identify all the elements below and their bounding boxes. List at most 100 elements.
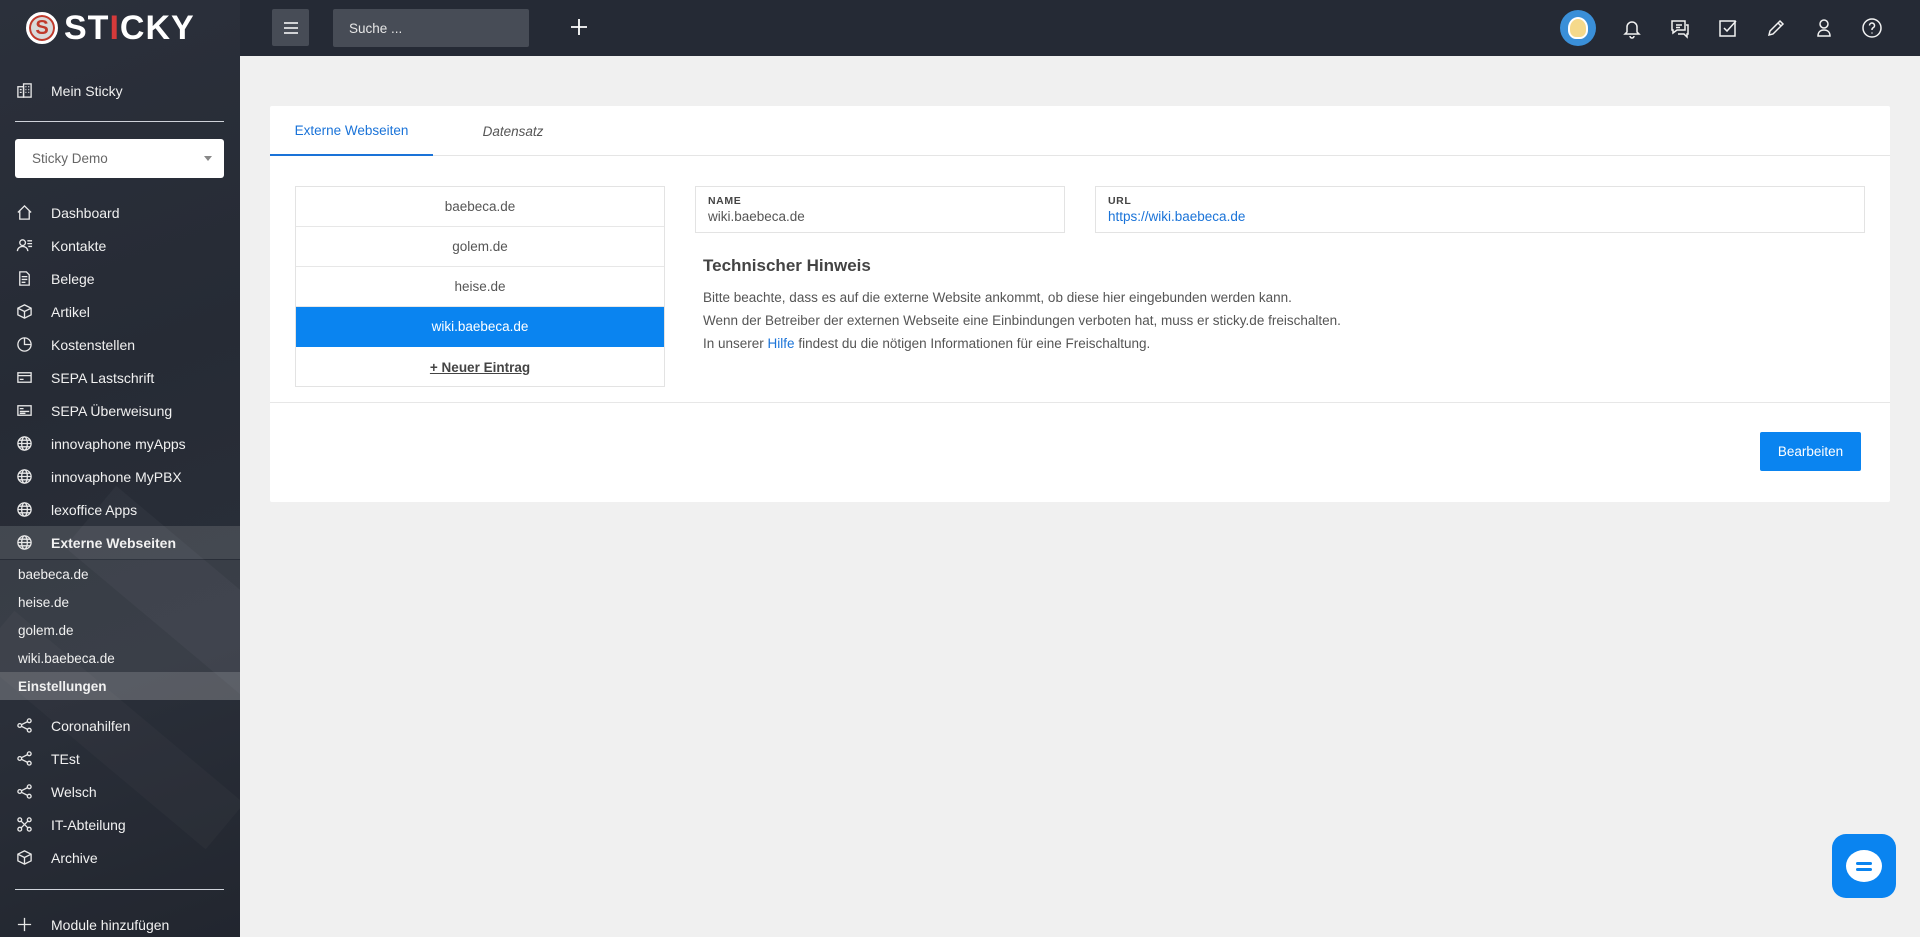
sidebar-item-kontakte[interactable]: Kontakte <box>0 229 240 262</box>
sidebar-item-dashboard[interactable]: Dashboard <box>0 196 240 229</box>
card-divider <box>270 402 1890 403</box>
share-icon <box>15 717 33 735</box>
sidebar-item-innovaphone-mypbx[interactable]: innovaphone MyPBX <box>0 460 240 493</box>
sidebar-item-label: IT-Abteilung <box>51 816 126 833</box>
globe-icon <box>15 534 33 552</box>
company-select-value: Sticky Demo <box>32 151 108 166</box>
tasks-button[interactable] <box>1704 0 1752 56</box>
share-icon <box>15 750 33 768</box>
pie-icon <box>15 336 33 354</box>
sidebar-item-label: Mein Sticky <box>51 82 123 99</box>
url-field: URL https://wiki.baebeca.de <box>1095 186 1865 233</box>
sidebar-item-lexoffice-apps[interactable]: lexoffice Apps <box>0 493 240 526</box>
notifications-button[interactable] <box>1608 0 1656 56</box>
edit-button-top[interactable] <box>1752 0 1800 56</box>
sidebar-item-mein-sticky[interactable]: Mein Sticky <box>0 74 240 107</box>
chat-bubble-icon <box>1846 850 1882 882</box>
sidebar-item-label: Externe Webseiten <box>51 534 177 551</box>
notice-line: Bitte beachte, dass es auf die externe W… <box>703 290 1292 305</box>
chat-widget-button[interactable] <box>1832 834 1896 898</box>
sidebar-item-label: Dashboard <box>51 204 120 221</box>
notice-line: In unserer Hilfe findest du die nötigen … <box>703 336 1151 351</box>
search-input[interactable] <box>333 9 529 47</box>
sidebar-item-label: TEst <box>51 750 80 767</box>
sidebar-subitem-baebeca[interactable]: baebeca.de <box>0 560 240 588</box>
user-avatar[interactable] <box>1560 10 1596 46</box>
tab-bar: Externe Webseiten Datensatz <box>270 106 1890 156</box>
transfer-icon <box>15 402 33 420</box>
sidebar-divider <box>15 889 224 890</box>
hamburger-icon <box>283 21 298 34</box>
bell-icon <box>1623 21 1641 39</box>
url-link[interactable]: https://wiki.baebeca.de <box>1108 209 1852 224</box>
list-item[interactable]: heise.de <box>296 267 664 307</box>
sidebar-item-coronahilfen[interactable]: Coronahilfen <box>0 709 240 742</box>
name-value: wiki.baebeca.de <box>708 209 805 224</box>
sidebar-item-innovaphone-myapps[interactable]: innovaphone myApps <box>0 427 240 460</box>
sidebar-item-label: Coronahilfen <box>51 717 131 734</box>
globe-icon <box>15 435 33 453</box>
sidebar-item-welsch[interactable]: Welsch <box>0 775 240 808</box>
plus-icon <box>571 19 587 35</box>
technical-notice: Technischer Hinweis Bitte beachte, dass … <box>703 256 1803 355</box>
messages-button[interactable] <box>1656 0 1704 56</box>
sidebar-item-label: Kontakte <box>51 237 107 254</box>
network-icon <box>15 816 33 834</box>
sidebar-item-archive[interactable]: Archive <box>0 841 240 874</box>
add-button[interactable] <box>567 15 591 39</box>
list-item[interactable]: baebeca.de <box>296 187 664 227</box>
brand-logo[interactable]: S STICKY <box>0 0 240 56</box>
sidebar-item-kostenstellen[interactable]: Kostenstellen <box>0 328 240 361</box>
logo-text: STICKY <box>64 8 195 47</box>
notice-line: Wenn der Betreiber der externen Webseite… <box>703 313 1341 328</box>
edit-button[interactable]: Bearbeiten <box>1760 432 1861 471</box>
sidebar-item-add-modules[interactable]: Module hinzufügen <box>0 908 240 937</box>
caret-down-icon <box>204 156 212 161</box>
sidebar-item-test[interactable]: TEst <box>0 742 240 775</box>
help-icon <box>1862 18 1882 38</box>
sidebar-subitem-wiki-baebeca[interactable]: wiki.baebeca.de <box>0 644 240 672</box>
new-entry-link[interactable]: + Neuer Eintrag <box>296 347 664 387</box>
sidebar-item-label: SEPA Überweisung <box>51 402 173 419</box>
box-icon <box>15 303 33 321</box>
card-icon <box>15 369 33 387</box>
sidebar-item-label: Belege <box>51 270 95 287</box>
tab-datensatz[interactable]: Datensatz <box>453 106 573 156</box>
sidebar-subitem-heise[interactable]: heise.de <box>0 588 240 616</box>
sidebar-item-belege[interactable]: Belege <box>0 262 240 295</box>
contacts-icon <box>15 237 33 255</box>
box-icon <box>15 849 33 867</box>
sidebar-item-label: innovaphone myApps <box>51 435 186 452</box>
sidebar-item-label: Artikel <box>51 303 90 320</box>
sidebar-item-it-abteilung[interactable]: IT-Abteilung <box>0 808 240 841</box>
sidebar-subitem-einstellungen[interactable]: Einstellungen <box>0 672 240 700</box>
list-item[interactable]: golem.de <box>296 227 664 267</box>
sidebar-item-label: SEPA Lastschrift <box>51 369 155 386</box>
notice-title: Technischer Hinweis <box>703 256 871 275</box>
sidebar-divider <box>15 121 224 122</box>
sidebar-item-label: Module hinzufügen <box>51 916 170 933</box>
sidebar-item-label: Kostenstellen <box>51 336 136 353</box>
menu-button[interactable] <box>272 9 309 46</box>
sidebar-item-sepa-ueberweisung[interactable]: SEPA Überweisung <box>0 394 240 427</box>
sidebar-item-artikel[interactable]: Artikel <box>0 295 240 328</box>
profile-button[interactable] <box>1800 0 1848 56</box>
topbar <box>240 0 1920 56</box>
tab-externe-webseiten[interactable]: Externe Webseiten <box>270 106 433 156</box>
list-item-selected[interactable]: wiki.baebeca.de <box>296 307 664 347</box>
logo-badge-icon: S <box>26 12 58 44</box>
sidebar-item-label: innovaphone MyPBX <box>51 468 182 485</box>
pencil-icon <box>1767 19 1785 37</box>
company-select[interactable]: Sticky Demo <box>15 139 224 178</box>
help-link[interactable]: Hilfe <box>768 336 795 351</box>
building-icon <box>15 82 33 100</box>
content-card: Externe Webseiten Datensatz baebeca.de g… <box>270 106 1890 502</box>
home-icon <box>15 204 33 222</box>
sidebar-item-externe-webseiten[interactable]: Externe Webseiten <box>0 526 240 559</box>
help-button[interactable] <box>1848 0 1896 56</box>
sidebar-subitem-golem[interactable]: golem.de <box>0 616 240 644</box>
globe-icon <box>15 468 33 486</box>
sidebar-item-label: Welsch <box>51 783 97 800</box>
sidebar-item-sepa-lastschrift[interactable]: SEPA Lastschrift <box>0 361 240 394</box>
sidebar-item-label: lexoffice Apps <box>51 501 138 518</box>
